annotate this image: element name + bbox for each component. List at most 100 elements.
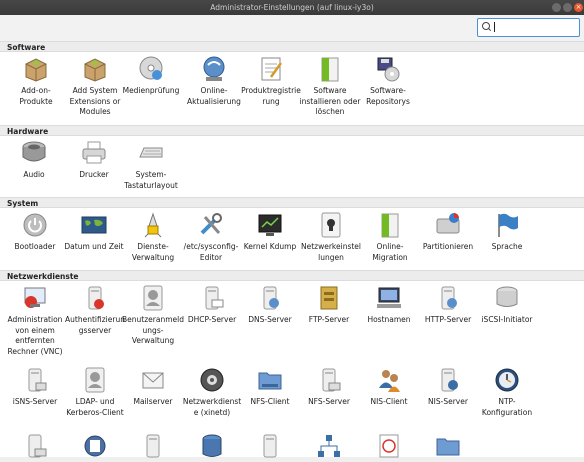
disc-check-icon [137,55,165,83]
module-product-registration[interactable]: Produktregistrierung [240,55,302,107]
module-online-migration[interactable]: Online-Migration [359,211,421,263]
module-sysconfig-editor[interactable]: /etc/sysconfig-Editor [180,211,242,263]
nfs-server-icon [315,366,343,394]
module-nfs-client[interactable]: NFS-Client [239,366,301,408]
maximize-button[interactable] [563,3,572,12]
module-partial[interactable] [122,432,184,460]
module-label: /etc/sysconfig-Editor [183,242,239,262]
module-ntp-configuration[interactable]: NTP-Konfiguration [476,366,538,418]
server-icon [21,432,49,460]
module-nis-client[interactable]: NIS-Client [358,366,420,408]
section-header-software: Software [0,41,584,52]
module-dns-server[interactable]: DNS-Server [239,284,301,326]
close-button[interactable]: × [574,3,583,12]
module-bootloader[interactable]: Bootloader [4,211,66,253]
module-label: Benutzeranmeldungs-Verwaltung [122,315,184,345]
module-http-server[interactable]: HTTP-Server [417,284,479,326]
power-icon [21,211,49,239]
module-label: Produktregistrierung [241,86,301,106]
module-nis-server[interactable]: NIS-Server [417,366,479,408]
module-label: Administration von einem entfernten Rech… [7,315,63,356]
module-xinetd[interactable]: Netzwerkdienste (xinetd) [181,366,243,418]
module-services-manager[interactable]: Dienste-Verwaltung [122,211,184,263]
module-label: System-Tastaturlayout [124,170,178,190]
server-icon [256,432,284,460]
module-auth-server[interactable]: Authentifizierungsserver [64,284,126,336]
module-date-time[interactable]: Datum und Zeit [63,211,125,253]
module-label: NIS-Client [370,397,408,406]
folder-icon [434,432,462,460]
text-cursor [494,22,495,32]
search-box[interactable] [477,18,580,37]
module-label: DNS-Server [248,315,292,324]
module-list: Software Add-on-Produkte Add System Exte… [0,41,584,460]
module-isns-server[interactable]: iSNS-Server [4,366,66,408]
module-partitioner[interactable]: Partitionieren [417,211,479,253]
module-partial[interactable] [64,432,126,460]
module-label: Sprache [491,242,523,251]
module-partial[interactable] [417,432,479,460]
module-network-settings[interactable]: Netzwerkeinstellungen [300,211,362,263]
module-partial[interactable] [358,432,420,460]
search-input[interactable] [492,20,574,33]
module-hostnames[interactable]: Hostnamen [358,284,420,326]
module-remote-admin-vnc[interactable]: Administration von einem entfernten Rech… [4,284,66,357]
module-partial[interactable] [239,432,301,460]
module-mail-server[interactable]: Mailserver [122,366,184,408]
module-language[interactable]: Sprache [476,211,538,253]
module-label: Software-Repositorys [366,86,410,106]
module-audio[interactable]: Audio [3,139,65,181]
module-partial[interactable] [298,432,360,460]
services-icon [139,211,167,239]
module-label: Drucker [79,170,109,179]
module-dhcp-server[interactable]: DHCP-Server [181,284,243,326]
module-nfs-server[interactable]: NFS-Server [298,366,360,408]
dns-server-icon [256,284,284,312]
auth-server-icon [81,284,109,312]
module-media-check[interactable]: Medienprüfung [120,55,182,97]
module-label: Netzwerkeinstellungen [300,242,361,262]
module-online-update[interactable]: Online-Aktualisierung [183,55,245,107]
module-add-system-extensions[interactable]: Add System Extensions or Modules [64,55,126,118]
module-label: Software installieren oder löschen [299,86,361,116]
package-icon [81,55,109,83]
login-management-icon [139,284,167,312]
module-label: HTTP-Server [424,315,472,324]
title-bar: Administrator-Einstellungen (auf linux-i… [0,0,584,15]
module-label: Bootloader [14,242,56,251]
module-label: Audio [23,170,45,179]
module-iscsi-initiator[interactable]: iSCSI-Initiator [476,284,538,326]
ldap-client-icon [81,366,109,394]
module-label: Online-Aktualisierung [187,86,241,106]
package-icon [22,55,50,83]
window-title: Administrator-Einstellungen (auf linux-i… [210,3,374,12]
module-label: Datum und Zeit [64,242,124,251]
section-header-system: System [0,197,584,208]
xinetd-icon [198,366,226,394]
module-label: Online-Migration [372,242,408,262]
hostname-icon [375,284,403,312]
world-map-icon [80,211,108,239]
server-icon [139,432,167,460]
module-partial[interactable] [4,432,66,460]
module-ldap-kerberos-client[interactable]: LDAP- und Kerberos-Client [64,366,126,418]
speaker-icon [20,139,48,167]
module-software-install[interactable]: Software installieren oder löschen [299,55,361,118]
migration-icon [376,211,404,239]
module-partial[interactable] [181,432,243,460]
module-add-on-products[interactable]: Add-on-Produkte [5,55,67,107]
module-label: Hostnamen [367,315,411,324]
module-kernel-kdump[interactable]: Kernel Kdump [239,211,301,253]
module-printer[interactable]: Drucker [63,139,125,181]
module-software-repositories[interactable]: Software-Repositorys [357,55,419,107]
harddisk-icon [434,211,462,239]
minimize-button[interactable] [552,3,561,12]
module-ftp-server[interactable]: FTP-Server [298,284,360,326]
remote-admin-icon [21,284,49,312]
nfs-client-icon [256,366,284,394]
module-label: Mailserver [133,397,173,406]
module-keyboard-layout[interactable]: System-Tastaturlayout [120,139,182,191]
registration-icon [257,55,285,83]
module-label: NIS-Server [428,397,468,406]
module-login-management[interactable]: Benutzeranmeldungs-Verwaltung [122,284,184,347]
